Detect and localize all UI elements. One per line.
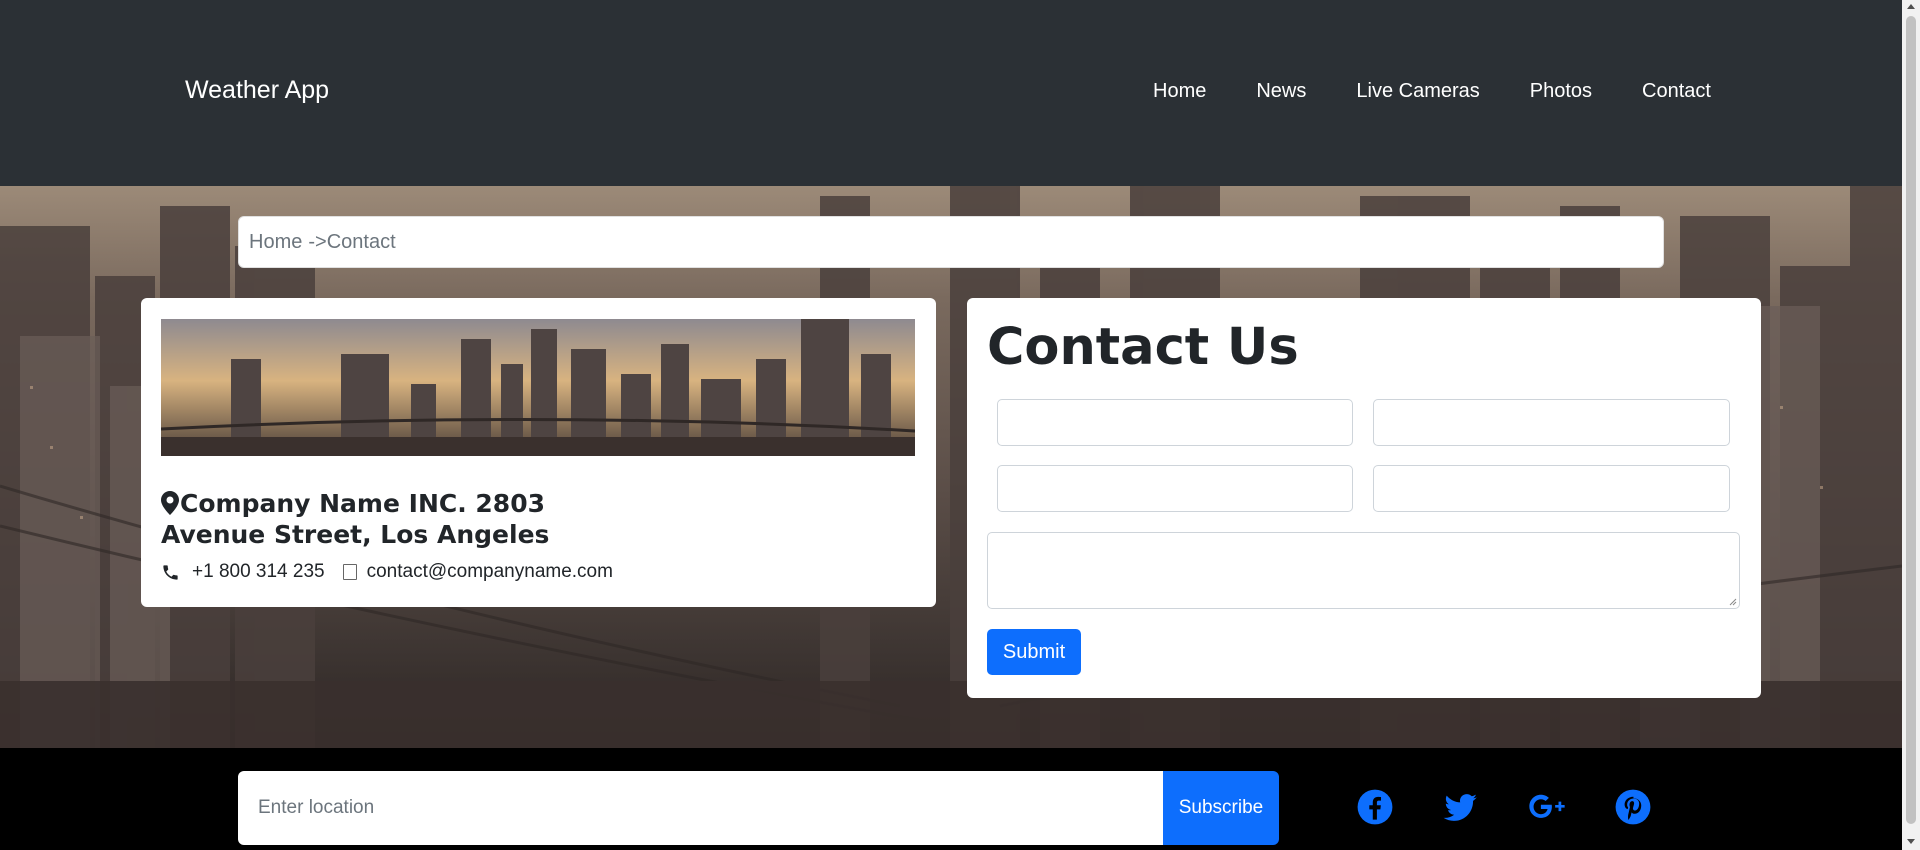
subscribe-button[interactable]: Subscribe <box>1163 771 1279 845</box>
breadcrumb-home[interactable]: Home <box>249 231 302 254</box>
email-address[interactable]: contact@companyname.com <box>367 561 613 583</box>
nav-link-news[interactable]: News <box>1231 80 1331 103</box>
nav-link-photos[interactable]: Photos <box>1505 80 1617 103</box>
nav-link-home[interactable]: Home <box>1128 80 1231 103</box>
breadcrumb-current: Contact <box>326 230 396 253</box>
footer: Enter location Subscribe <box>0 748 1902 850</box>
address-line-1: Company Name INC. 2803 <box>180 489 545 518</box>
nav-link-live-cameras[interactable]: Live Cameras <box>1331 80 1504 103</box>
nav-menu: Home News Live Cameras Photos Contact <box>1128 80 1736 103</box>
scroll-down-arrow-icon[interactable] <box>1907 839 1915 844</box>
form-input-1[interactable] <box>997 399 1353 446</box>
contact-details: +1 800 314 235 contact@companyname.com <box>161 561 613 583</box>
scrollbar-thumb[interactable] <box>1906 16 1916 824</box>
contact-form-title: Contact Us <box>987 318 1299 377</box>
submit-button[interactable]: Submit <box>987 629 1081 675</box>
scroll-up-arrow-icon[interactable] <box>1907 4 1915 9</box>
breadcrumb: Home -> Contact <box>238 216 1664 268</box>
address-line-2: Avenue Street, Los Angeles <box>161 520 550 549</box>
message-textarea[interactable] <box>987 532 1740 609</box>
facebook-icon[interactable] <box>1356 788 1394 826</box>
form-input-2[interactable] <box>1373 399 1730 446</box>
page-scrollbar[interactable] <box>1902 0 1920 850</box>
contact-info-card: Company Name INC. 2803 Avenue Street, Lo… <box>141 298 936 607</box>
phone-number[interactable]: +1 800 314 235 <box>192 561 325 583</box>
brand-logo[interactable]: Weather App <box>185 76 329 105</box>
google-plus-icon[interactable] <box>1528 788 1566 826</box>
email-icon <box>342 564 357 580</box>
map-marker-icon <box>161 491 179 515</box>
pinterest-icon[interactable] <box>1614 788 1652 826</box>
location-input[interactable]: Enter location <box>238 771 1163 845</box>
navbar: Weather App Home News Live Cameras Photo… <box>0 0 1902 186</box>
city-skyline-thumbnail <box>161 319 915 456</box>
form-input-3[interactable] <box>997 465 1353 512</box>
social-links <box>1356 788 1652 826</box>
phone-icon <box>163 564 178 580</box>
nav-link-contact[interactable]: Contact <box>1617 80 1736 103</box>
company-address: Company Name INC. 2803 Avenue Street, Lo… <box>161 488 681 550</box>
breadcrumb-separator: -> <box>308 230 327 253</box>
contact-form-card: Contact Us Submit <box>967 298 1761 698</box>
resize-grip-icon[interactable] <box>1728 597 1737 606</box>
twitter-icon[interactable] <box>1442 788 1480 826</box>
form-input-4[interactable] <box>1373 465 1730 512</box>
